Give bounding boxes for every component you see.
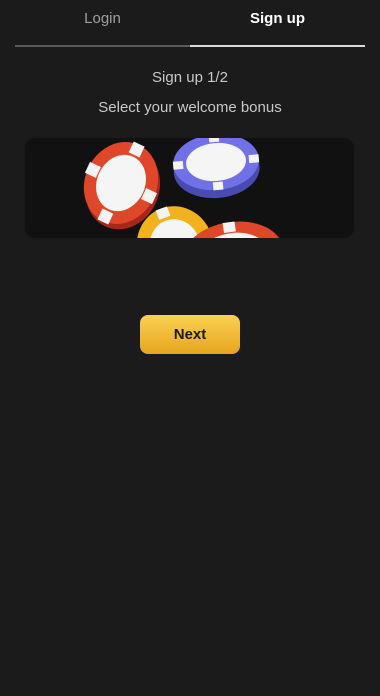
welcome-bonus-card[interactable] [25,138,354,238]
tab-signup[interactable]: Sign up [190,10,365,27]
blue-chip-icon [172,138,260,199]
auth-tabs: Login Sign up [15,0,365,48]
tab-login[interactable]: Login [15,10,190,27]
tab-indicator-inactive [15,45,190,47]
page-subtitle: Select your welcome bonus [98,99,282,116]
next-button[interactable]: Next [140,315,240,354]
casino-chips-image [83,138,283,238]
signup-step-label: Sign up 1/2 [152,69,228,86]
